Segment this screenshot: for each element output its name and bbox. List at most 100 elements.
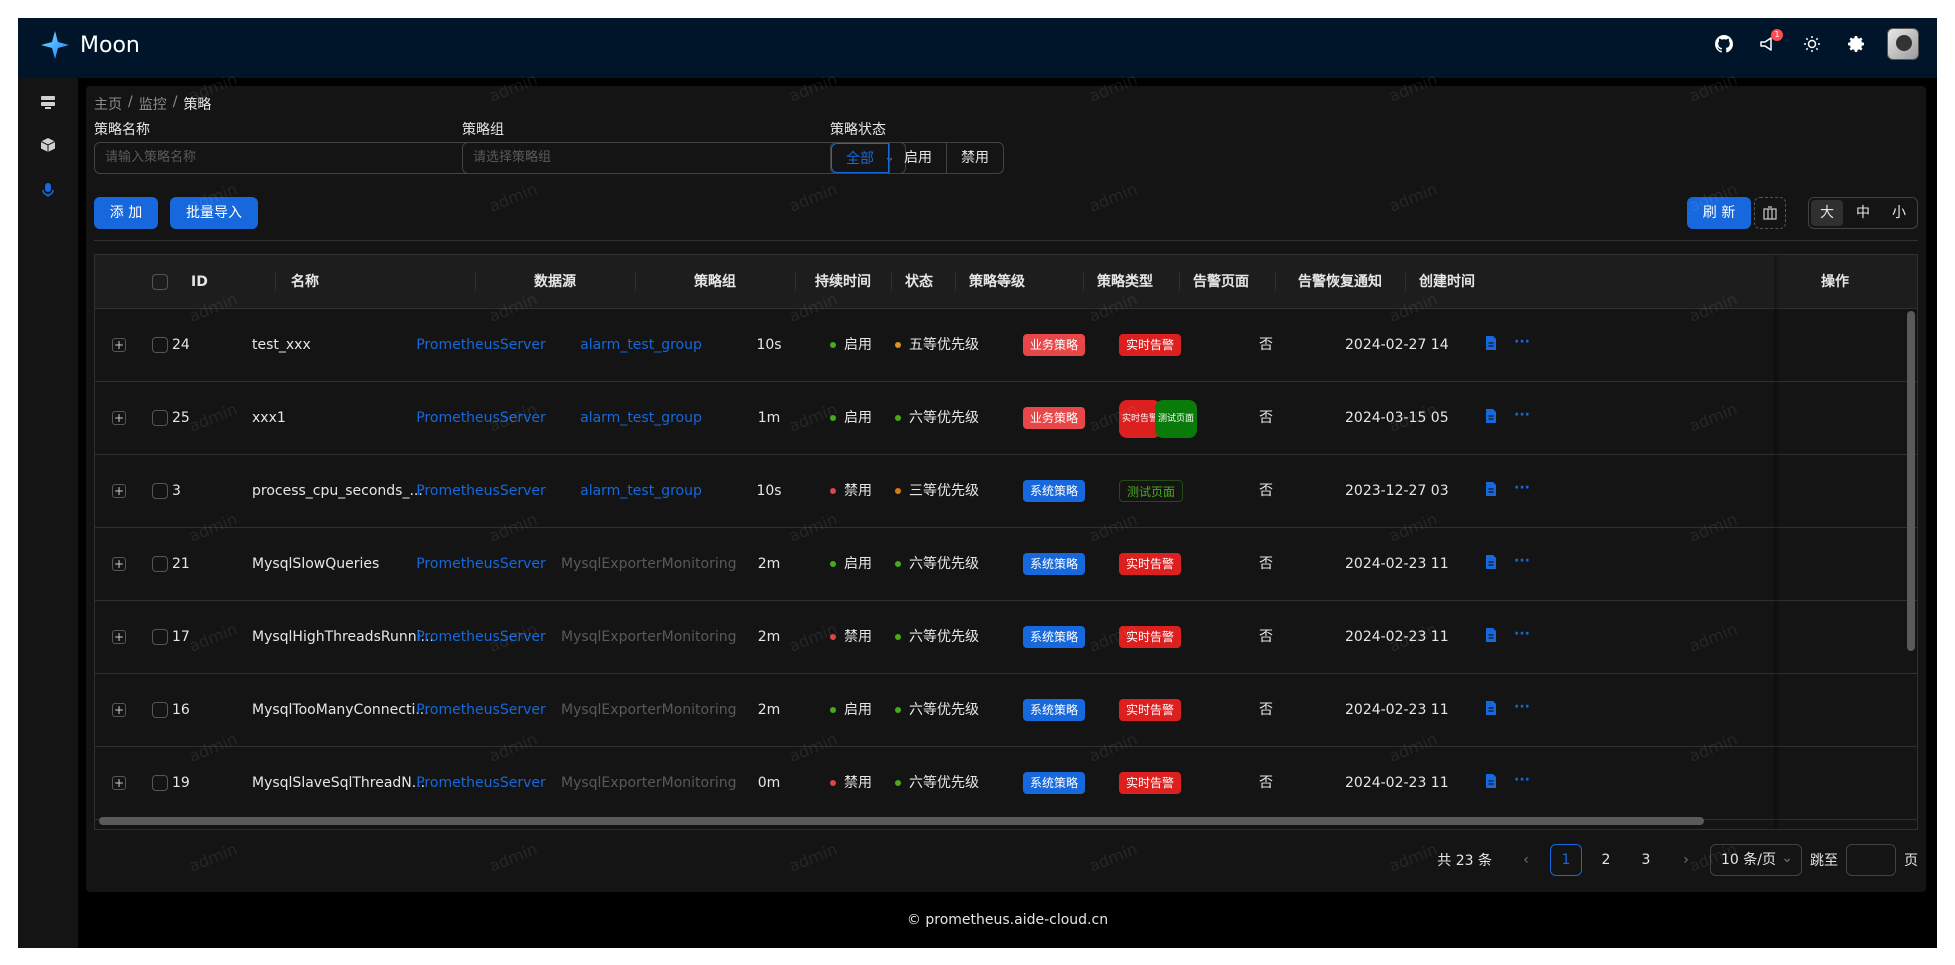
expand-row-icon[interactable]: + (112, 703, 126, 717)
cell-id: 17 (172, 629, 190, 645)
level-dot (895, 415, 901, 421)
row-checkbox[interactable] (152, 337, 168, 353)
alert-page-tag[interactable]: 实时告警 (1119, 699, 1182, 721)
edit-document-icon[interactable] (1484, 773, 1498, 789)
alert-page-tag[interactable]: 测试页面 (1119, 480, 1184, 502)
cell-datasource-link[interactable]: PrometheusServer (401, 674, 561, 747)
expand-row-icon[interactable]: + (112, 338, 126, 352)
cell-group-link[interactable]: alarm_test_group (561, 309, 721, 382)
app-logo[interactable]: Moon (40, 30, 140, 60)
status-option-disabled[interactable]: 禁用 (946, 143, 1003, 173)
col-status[interactable]: 状态 (905, 255, 933, 309)
sidebar-item-resources[interactable] (36, 133, 60, 157)
sidebar-item-monitor[interactable] (36, 178, 60, 202)
status-option-all[interactable]: 全部 (831, 143, 889, 173)
col-type[interactable]: 策略类型 (1097, 255, 1153, 309)
edit-document-icon[interactable] (1484, 700, 1498, 716)
col-datasource[interactable]: 数据源 (475, 255, 635, 309)
breadcrumb-home[interactable]: 主页 (94, 94, 122, 114)
more-icon[interactable]: ··· (1514, 481, 1530, 497)
expand-row-icon[interactable]: + (112, 630, 126, 644)
expand-row-icon[interactable]: + (112, 484, 126, 498)
cell-datasource-link[interactable]: PrometheusServer (401, 528, 561, 601)
alert-page-tag[interactable]: 测试页面 (1155, 400, 1198, 438)
size-large[interactable]: 大 (1811, 200, 1843, 226)
row-checkbox[interactable] (152, 483, 168, 499)
table-row[interactable]: +16 MysqlTooManyConnecti... PrometheusServ… (95, 674, 1917, 747)
row-checkbox[interactable] (152, 410, 168, 426)
settings-gear-icon[interactable] (1843, 31, 1869, 57)
col-group[interactable]: 策略组 (635, 255, 795, 309)
cell-group-link[interactable]: alarm_test_group (561, 382, 721, 455)
edit-document-icon[interactable] (1484, 554, 1498, 570)
more-icon[interactable]: ··· (1514, 554, 1530, 570)
size-small[interactable]: 小 (1881, 198, 1917, 228)
next-page-icon[interactable]: › (1670, 844, 1702, 876)
github-icon[interactable] (1711, 31, 1737, 57)
table-row[interactable]: +19 MysqlSlaveSqlThreadN... PrometheusServ… (95, 747, 1917, 820)
status-option-enabled[interactable]: 启用 (889, 143, 946, 173)
sidebar-item-dashboard[interactable] (36, 90, 60, 114)
add-button[interactable]: 添 加 (94, 197, 158, 229)
col-recover-notify[interactable]: 告警恢复通知 (1275, 255, 1405, 309)
more-icon[interactable]: ··· (1514, 335, 1530, 351)
page-size-select[interactable]: 10 条/页 (1710, 843, 1802, 876)
cell-datasource-link[interactable]: PrometheusServer (401, 601, 561, 674)
col-name[interactable]: 名称 (291, 255, 319, 309)
table-row[interactable]: +21 MysqlSlowQueries PrometheusServer Mysql… (95, 528, 1917, 601)
user-avatar[interactable] (1887, 28, 1919, 60)
select-all-checkbox[interactable] (152, 274, 168, 290)
cell-datasource-link[interactable]: PrometheusServer (401, 309, 561, 382)
page-1[interactable]: 1 (1550, 844, 1582, 876)
cell-group-link[interactable]: MysqlExporterMonitoring (561, 747, 737, 820)
row-checkbox[interactable] (152, 702, 168, 718)
breadcrumb-monitor[interactable]: 监控 (139, 94, 167, 114)
prev-page-icon[interactable]: ‹ (1510, 844, 1542, 876)
expand-row-icon[interactable]: + (112, 411, 126, 425)
table-row[interactable]: +3 process_cpu_seconds_... PrometheusServe… (95, 455, 1917, 528)
vertical-scrollbar[interactable] (1907, 311, 1915, 651)
more-icon[interactable]: ··· (1514, 627, 1530, 643)
cell-group-link[interactable]: MysqlExporterMonitoring (561, 601, 737, 674)
alert-page-tag[interactable]: 实时告警 (1119, 553, 1182, 575)
cell-datasource-link[interactable]: PrometheusServer (401, 455, 561, 528)
edit-document-icon[interactable] (1484, 408, 1498, 424)
more-icon[interactable]: ··· (1514, 408, 1530, 424)
edit-document-icon[interactable] (1484, 627, 1498, 643)
cell-group-link[interactable]: MysqlExporterMonitoring (561, 528, 737, 601)
more-icon[interactable]: ··· (1514, 700, 1530, 716)
refresh-button[interactable]: 刷 新 (1687, 197, 1751, 229)
cell-group-link[interactable]: alarm_test_group (561, 455, 721, 528)
alert-page-tag[interactable]: 实时告警 (1119, 334, 1182, 356)
table-row[interactable]: +24 test_xxx PrometheusServer alarm_test_gr… (95, 309, 1917, 382)
column-settings-button[interactable] (1754, 197, 1786, 229)
col-level[interactable]: 策略等级 (969, 255, 1025, 309)
jump-page-input[interactable] (1846, 844, 1896, 876)
expand-row-icon[interactable]: + (112, 557, 126, 571)
col-duration[interactable]: 持续时间 (795, 255, 891, 309)
page-3[interactable]: 3 (1630, 844, 1662, 876)
alert-page-tag[interactable]: 实时告警 (1119, 772, 1182, 794)
expand-row-icon[interactable]: + (112, 776, 126, 790)
batch-import-button[interactable]: 批量导入 (170, 197, 258, 229)
notification-icon[interactable]: 1 (1755, 29, 1783, 57)
size-medium[interactable]: 中 (1845, 198, 1881, 228)
col-created[interactable]: 创建时间 (1419, 255, 1475, 309)
alert-page-tag[interactable]: 实时告警 (1119, 626, 1182, 648)
col-alert-page[interactable]: 告警页面 (1193, 255, 1249, 309)
horizontal-scrollbar[interactable] (99, 817, 1704, 825)
table-row[interactable]: +17 MysqlHighThreadsRunni... PrometheusSer… (95, 601, 1917, 674)
cell-datasource-link[interactable]: PrometheusServer (401, 747, 561, 820)
col-id[interactable]: ID (191, 255, 208, 309)
more-icon[interactable]: ··· (1514, 773, 1530, 789)
page-2[interactable]: 2 (1590, 844, 1622, 876)
theme-toggle-icon[interactable] (1799, 31, 1825, 57)
edit-document-icon[interactable] (1484, 335, 1498, 351)
row-checkbox[interactable] (152, 775, 168, 791)
table-row[interactable]: +25 xxx1 PrometheusServer alarm_test_group 1… (95, 382, 1917, 455)
row-checkbox[interactable] (152, 556, 168, 572)
cell-group-link[interactable]: MysqlExporterMonitoring (561, 674, 737, 747)
cell-datasource-link[interactable]: PrometheusServer (401, 382, 561, 455)
edit-document-icon[interactable] (1484, 481, 1498, 497)
row-checkbox[interactable] (152, 629, 168, 645)
